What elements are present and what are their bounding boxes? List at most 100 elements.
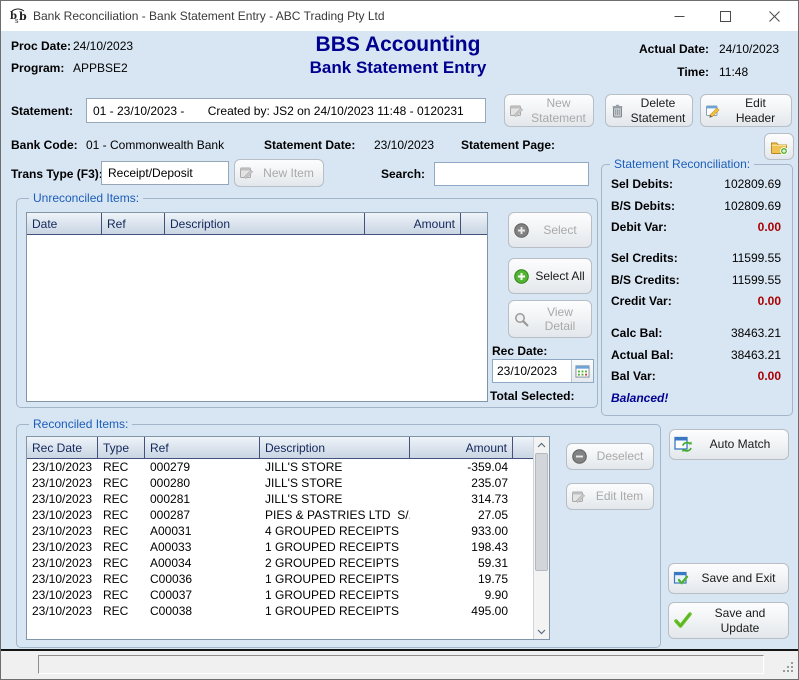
rec-date-field [492,359,594,383]
search-input[interactable] [435,163,588,185]
column-header-filler [461,213,487,234]
new-item-label: New Item [258,166,319,180]
select-all-label: Select All [533,269,587,283]
recon-row: Actual Bal:38463.21 [602,348,792,364]
chevron-down-icon [470,106,481,117]
column-header: Amount [410,437,513,458]
scrollbar-thumb[interactable] [535,453,548,571]
table-row[interactable]: 23/10/2023RECC000361 GROUPED RECEIPTS19.… [27,571,533,587]
table-row[interactable]: 23/10/2023RECA000331 GROUPED RECEIPTS198… [27,539,533,555]
column-header-filler [513,437,533,458]
trash-icon [610,103,625,119]
program-value: APPBSE2 [73,61,128,75]
chevron-down-icon [213,168,224,179]
search-label: Search: [381,167,425,181]
rec-date-input[interactable] [493,360,571,382]
circle-plus-green-icon [513,268,530,285]
title-bar: b s b Bank Reconciliation - Bank Stateme… [1,1,798,31]
status-bar [1,651,798,679]
time-label: Time: [621,65,709,79]
recon-row: B/S Credits:11599.55 [602,273,792,289]
select-button[interactable]: Select [508,212,592,248]
table-row[interactable]: 23/10/2023RECA000342 GROUPED RECEIPTS59.… [27,555,533,571]
reconciled-table-header: Rec Date Type Ref Description Amount [27,437,533,459]
app-icon: b s b [9,7,27,25]
column-header: Ref [145,437,260,458]
select-all-button[interactable]: Select All [508,258,592,294]
client-area: Proc Date: 24/10/2023 Program: APPBSE2 B… [1,31,798,649]
close-button[interactable] [749,1,799,31]
reconciled-table-body: 23/10/2023REC000279JILL'S STORE-359.04 2… [27,459,533,619]
edit-item-icon [571,489,587,505]
view-detail-button[interactable]: View Detail [508,300,592,338]
table-row[interactable]: 23/10/2023REC000279JILL'S STORE-359.04 [27,459,533,475]
new-statement-button[interactable]: New Statement [504,94,594,127]
screen-title: Bank Statement Entry [238,58,558,78]
actual-date-value: 24/10/2023 [719,42,779,56]
edit-header-label: Edit Header [724,96,787,125]
unreconciled-table: Date Ref Description Amount [26,212,488,402]
column-header: Rec Date [27,437,98,458]
reconciled-table: Rec Date Type Ref Description Amount 23/… [26,436,550,640]
scroll-down-icon[interactable] [534,624,549,639]
statement-combobox[interactable]: 01 - 23/10/2023 - Created by: JS2 on 24/… [86,98,486,123]
save-and-exit-button[interactable]: Save and Exit [668,563,789,594]
circle-plus-icon [513,222,530,239]
deselect-button[interactable]: Deselect [566,443,654,470]
recon-row-variance: Credit Var:0.00 [602,294,792,310]
auto-match-label: Auto Match [696,437,784,451]
unreconciled-group: Unreconciled Items: Date Ref Description… [16,198,598,408]
delete-statement-button[interactable]: Delete Statement [605,94,693,127]
table-row[interactable]: 23/10/2023RECA000314 GROUPED RECEIPTS933… [27,523,533,539]
trans-type-value: Receipt/Deposit [108,166,193,180]
new-item-button[interactable]: New Item [234,159,324,187]
table-row[interactable]: 23/10/2023RECC000381 GROUPED RECEIPTS495… [27,603,533,619]
new-folder-button[interactable] [764,133,794,160]
statement-label: Statement: [11,104,73,118]
vertical-scrollbar[interactable] [533,437,549,639]
statement-date-label: Statement Date: [264,138,355,152]
bank-code-label: Bank Code: [11,138,78,152]
svg-text:b: b [19,10,27,23]
edit-header-icon [705,103,721,119]
trans-type-combobox[interactable]: Receipt/Deposit [101,161,229,185]
table-row[interactable]: 23/10/2023RECC000371 GROUPED RECEIPTS9.9… [27,587,533,603]
column-header: Description [260,437,410,458]
maximize-button[interactable] [702,1,748,31]
new-statement-label: New Statement [528,96,589,125]
search-field [434,162,589,186]
scroll-up-icon[interactable] [534,437,549,452]
recon-row-variance: Debit Var:0.00 [602,220,792,236]
resize-grip[interactable] [783,662,795,674]
trans-type-label: Trans Type (F3): [11,167,103,181]
app-window: b s b Bank Reconciliation - Bank Stateme… [0,0,799,680]
total-selected-label: Total Selected: [490,389,574,403]
minimize-button[interactable] [656,1,702,31]
check-icon [673,612,693,629]
status-panel [38,655,764,674]
new-statement-icon [509,103,525,119]
recon-row: B/S Debits:102809.69 [602,199,792,215]
table-row[interactable]: 23/10/2023REC000281JILL'S STORE314.73 [27,491,533,507]
auto-match-button[interactable]: Auto Match [669,429,789,460]
save-and-update-button[interactable]: Save and Update [668,602,789,639]
reconciled-group: Reconciled Items: Rec Date Type Ref Desc… [16,424,661,648]
column-header: Amount [365,213,461,234]
magnifier-icon [513,311,530,328]
table-row[interactable]: 23/10/2023REC000280JILL'S STORE235.07 [27,475,533,491]
column-header: Date [27,213,102,234]
reconciled-legend: Reconciled Items: [29,417,132,431]
bank-code-value: 01 - Commonwealth Bank [86,138,224,152]
unreconciled-table-header: Date Ref Description Amount [27,213,487,235]
rec-date-label: Rec Date: [492,344,547,358]
window-title: Bank Reconciliation - Bank Statement Ent… [33,1,385,31]
edit-item-label: Edit Item [590,489,649,503]
close-icon [769,11,780,22]
recon-row: Sel Credits:11599.55 [602,251,792,267]
calendar-button[interactable] [571,360,593,382]
calendar-icon [575,364,590,378]
edit-item-button[interactable]: Edit Item [566,483,654,510]
recon-row: Sel Debits:102809.69 [602,177,792,193]
table-row[interactable]: 23/10/2023REC000287PIES & PASTRIES LTD S… [27,507,533,523]
edit-header-button[interactable]: Edit Header [700,94,792,127]
